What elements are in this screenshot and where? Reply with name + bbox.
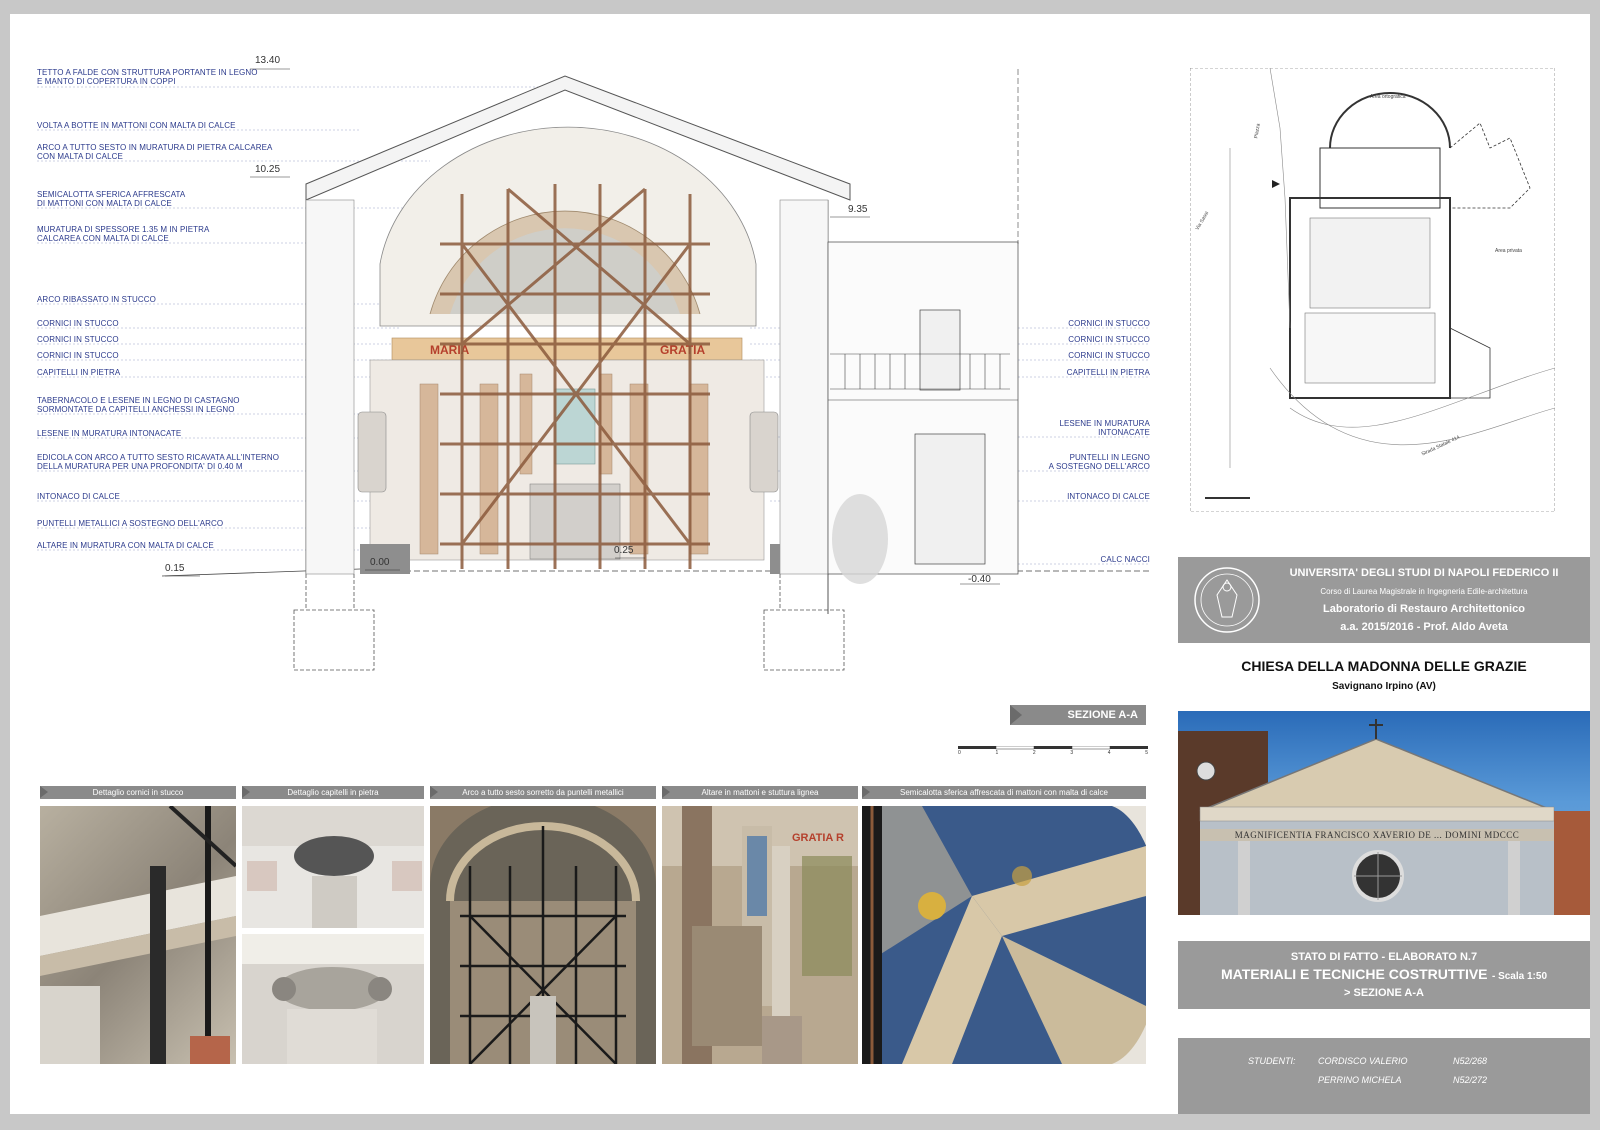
scale-tick: 4 <box>1107 750 1111 756</box>
drawing-info-scale: - Scala 1:50 <box>1491 971 1548 982</box>
scale-tick: 5 <box>1145 750 1148 756</box>
student-id: N52/272 <box>1453 1075 1488 1085</box>
site-plan-drawing <box>1189 67 1556 513</box>
drawing-info: STATO DI FATTO - ELABORATO N.7 MATERIALI… <box>1178 941 1590 1009</box>
scale-tick: 3 <box>1070 750 1074 756</box>
photo-stucco-cornices <box>40 806 236 1064</box>
scale-tick: 2 <box>1032 750 1036 756</box>
photo-arch-scaffolding <box>430 806 656 1064</box>
facade-inscription: MAGNIFICENTIA FRANCISCO XAVERIO DE ... D… <box>1234 830 1520 840</box>
student-id: N52/268 <box>1453 1056 1488 1066</box>
drawing-info-line3: > SEZIONE A-A <box>1344 987 1424 999</box>
photo-2a-drawing <box>242 806 424 928</box>
photo-caption: Semicalotta sferica affrescata di matton… <box>862 786 1146 799</box>
photo-stone-capital-2 <box>242 934 424 1064</box>
drawing-info-title-row: MATERIALI E TECNICHE COSTRUTTIVE - Scala… <box>1178 966 1590 984</box>
university-name: UNIVERSITA' DEGLI STUDI DI NAPOLI FEDERI… <box>1289 567 1559 579</box>
site-plan: Area ortografica Area privata Via Sassi … <box>1189 67 1556 513</box>
university-year: a.a. 2015/2016 - Prof. Aldo Aveta <box>1340 621 1508 633</box>
students-block: STUDENTI: CORDISCO VALERIO N52/268 PERRI… <box>1178 1038 1590 1114</box>
facade-photo-drawing <box>1178 719 1590 915</box>
student-name: PERRINO MICHELA <box>1318 1075 1402 1085</box>
photo-2b-drawing <box>242 934 424 1064</box>
scale-bar-ticks: 0 1 2 3 4 5 <box>958 750 1148 756</box>
university-course: Corso di Laurea Magistrale in Ingegneria… <box>1320 587 1528 596</box>
elevation-label: 0.00 <box>370 557 390 568</box>
students-label: STUDENTI: <box>1248 1056 1296 1066</box>
photo-caption: Dettaglio capitelli in pietra <box>242 786 424 799</box>
university-header: UNIVERSITA' DEGLI STUDI DI NAPOLI FEDERI… <box>1178 557 1590 643</box>
elevation-label: 0.15 <box>165 563 185 574</box>
project-location: Savignano Irpino (AV) <box>1332 681 1436 692</box>
university-lab: Laboratorio di Restauro Architettonico <box>1323 603 1525 615</box>
photo-altar: GRATIA R <box>662 806 858 1064</box>
photo-stone-capital-1 <box>242 806 424 928</box>
elevation-label: 13.40 <box>255 55 281 66</box>
svg-text:GRATIA R: GRATIA R <box>792 832 844 844</box>
photo-caption: Altare in mattoni e stuttura lignea <box>662 786 858 799</box>
scale-bar: 0 1 2 3 4 5 <box>958 745 1148 765</box>
photo-3-drawing <box>430 806 656 1064</box>
photo-5-drawing <box>862 806 1146 1064</box>
elevation-label: 10.25 <box>255 164 281 175</box>
drawing-info-line1: STATO DI FATTO - ELABORATO N.7 <box>1290 951 1478 963</box>
section-tag: SEZIONE A-A <box>1010 705 1146 725</box>
drawing-sheet: TETTO A FALDE CON STRUTTURA PORTANTE IN … <box>10 14 1590 1114</box>
project-title: CHIESA DELLA MADONNA DELLE GRAZIE <box>1241 658 1527 674</box>
facade-photo: MAGNIFICENTIA FRANCISCO XAVERIO DE ... D… <box>1178 711 1590 915</box>
scale-tick: 0 <box>958 750 961 756</box>
photo-caption: Dettaglio cornici in stucco <box>40 786 236 799</box>
plan-label-right: Area privata <box>1495 248 1522 254</box>
photo-caption: Arco a tutto sesto sorretto da puntelli … <box>430 786 656 799</box>
elevation-label: 0.25 <box>614 545 634 556</box>
photo-4-drawing: GRATIA R <box>662 806 858 1064</box>
elevation-label: 9.35 <box>848 204 868 215</box>
student-name: CORDISCO VALERIO <box>1318 1056 1408 1066</box>
drawing-info-line2: MATERIALI E TECNICHE COSTRUTTIVE <box>1220 966 1488 982</box>
scale-tick: 1 <box>995 750 999 756</box>
elevation-label: -0.40 <box>968 574 991 585</box>
plan-label-top: Area ortografica <box>1370 94 1406 100</box>
university-seal-icon <box>1194 567 1260 633</box>
photo-1-drawing <box>40 806 236 1064</box>
photo-semi-dome <box>862 806 1146 1064</box>
